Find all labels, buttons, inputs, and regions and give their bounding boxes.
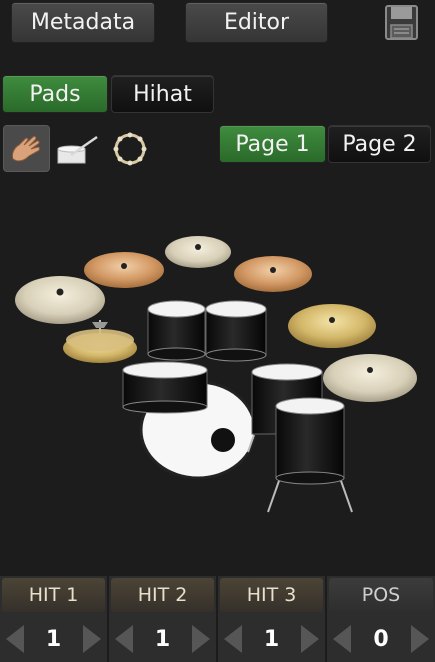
hit-1-label: HIT 1 — [2, 578, 105, 612]
hit-1-control: HIT 1 1 — [0, 576, 107, 662]
floppy-disk-icon[interactable] — [385, 5, 418, 40]
editor-button[interactable]: Editor — [185, 2, 328, 43]
tambourine-tool-button[interactable] — [106, 125, 153, 172]
pos-control: POS 0 — [327, 576, 435, 662]
metadata-button[interactable]: Metadata — [11, 2, 155, 43]
hit-3-label: HIT 3 — [220, 578, 323, 612]
drum-kit — [15, 236, 417, 513]
tab-pads[interactable]: Pads — [2, 75, 108, 113]
tom-pad[interactable] — [205, 300, 267, 362]
pos-increment-arrow-icon[interactable] — [411, 625, 429, 653]
tab-hihat[interactable]: Hihat — [111, 75, 214, 113]
hit-2-control: HIT 2 1 — [109, 576, 216, 662]
cymbal-pad[interactable] — [84, 252, 164, 288]
stick-tool-button[interactable] — [53, 125, 100, 172]
tambourine-icon — [113, 132, 146, 165]
cymbal-pad[interactable] — [323, 354, 417, 402]
hit-3-increment-arrow-icon[interactable] — [301, 625, 319, 653]
hit-2-increment-arrow-icon[interactable] — [192, 625, 210, 653]
hand-tool-button[interactable] — [3, 125, 50, 172]
cymbal-pad[interactable] — [234, 256, 312, 292]
floor-tom-pad[interactable] — [267, 397, 353, 513]
tom-pad[interactable] — [147, 300, 206, 361]
pos-label: POS — [329, 578, 433, 612]
drumstick-icon — [57, 135, 98, 163]
snare-pad[interactable] — [122, 361, 208, 414]
cymbal-pad[interactable] — [15, 276, 105, 324]
page-2-button[interactable]: Page 2 — [328, 125, 431, 163]
hand-icon — [11, 135, 40, 161]
cymbal-pad[interactable] — [165, 236, 231, 268]
hit-2-label: HIT 2 — [111, 578, 214, 612]
page-1-button[interactable]: Page 1 — [219, 125, 326, 163]
parameter-footer: HIT 1 1 HIT 2 1 HIT 3 1 POS 0 — [0, 576, 435, 662]
hit-1-increment-arrow-icon[interactable] — [83, 625, 101, 653]
cymbal-pad[interactable] — [288, 304, 376, 348]
hihat-pad[interactable] — [63, 320, 137, 363]
hit-3-control: HIT 3 1 — [218, 576, 325, 662]
